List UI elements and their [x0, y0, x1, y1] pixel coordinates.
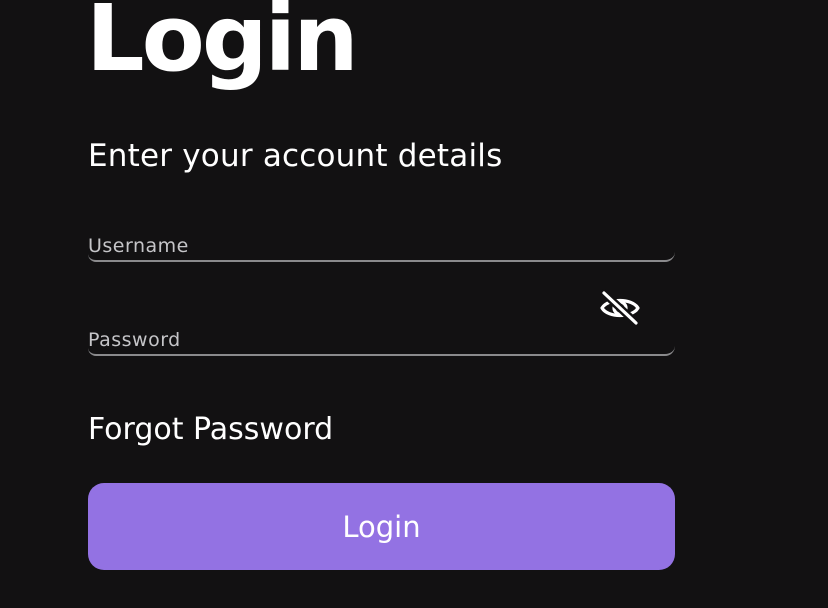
password-input[interactable] [88, 326, 675, 354]
login-button[interactable]: Login [88, 483, 675, 570]
username-input[interactable] [88, 232, 675, 260]
username-field[interactable] [88, 232, 675, 262]
password-field[interactable] [88, 326, 675, 356]
forgot-password-link[interactable]: Forgot Password [88, 412, 333, 447]
page-title: Login [86, 0, 359, 92]
page-subtitle: Enter your account details [88, 138, 503, 174]
eye-off-icon [600, 289, 640, 327]
password-visibility-toggle[interactable] [598, 289, 642, 327]
